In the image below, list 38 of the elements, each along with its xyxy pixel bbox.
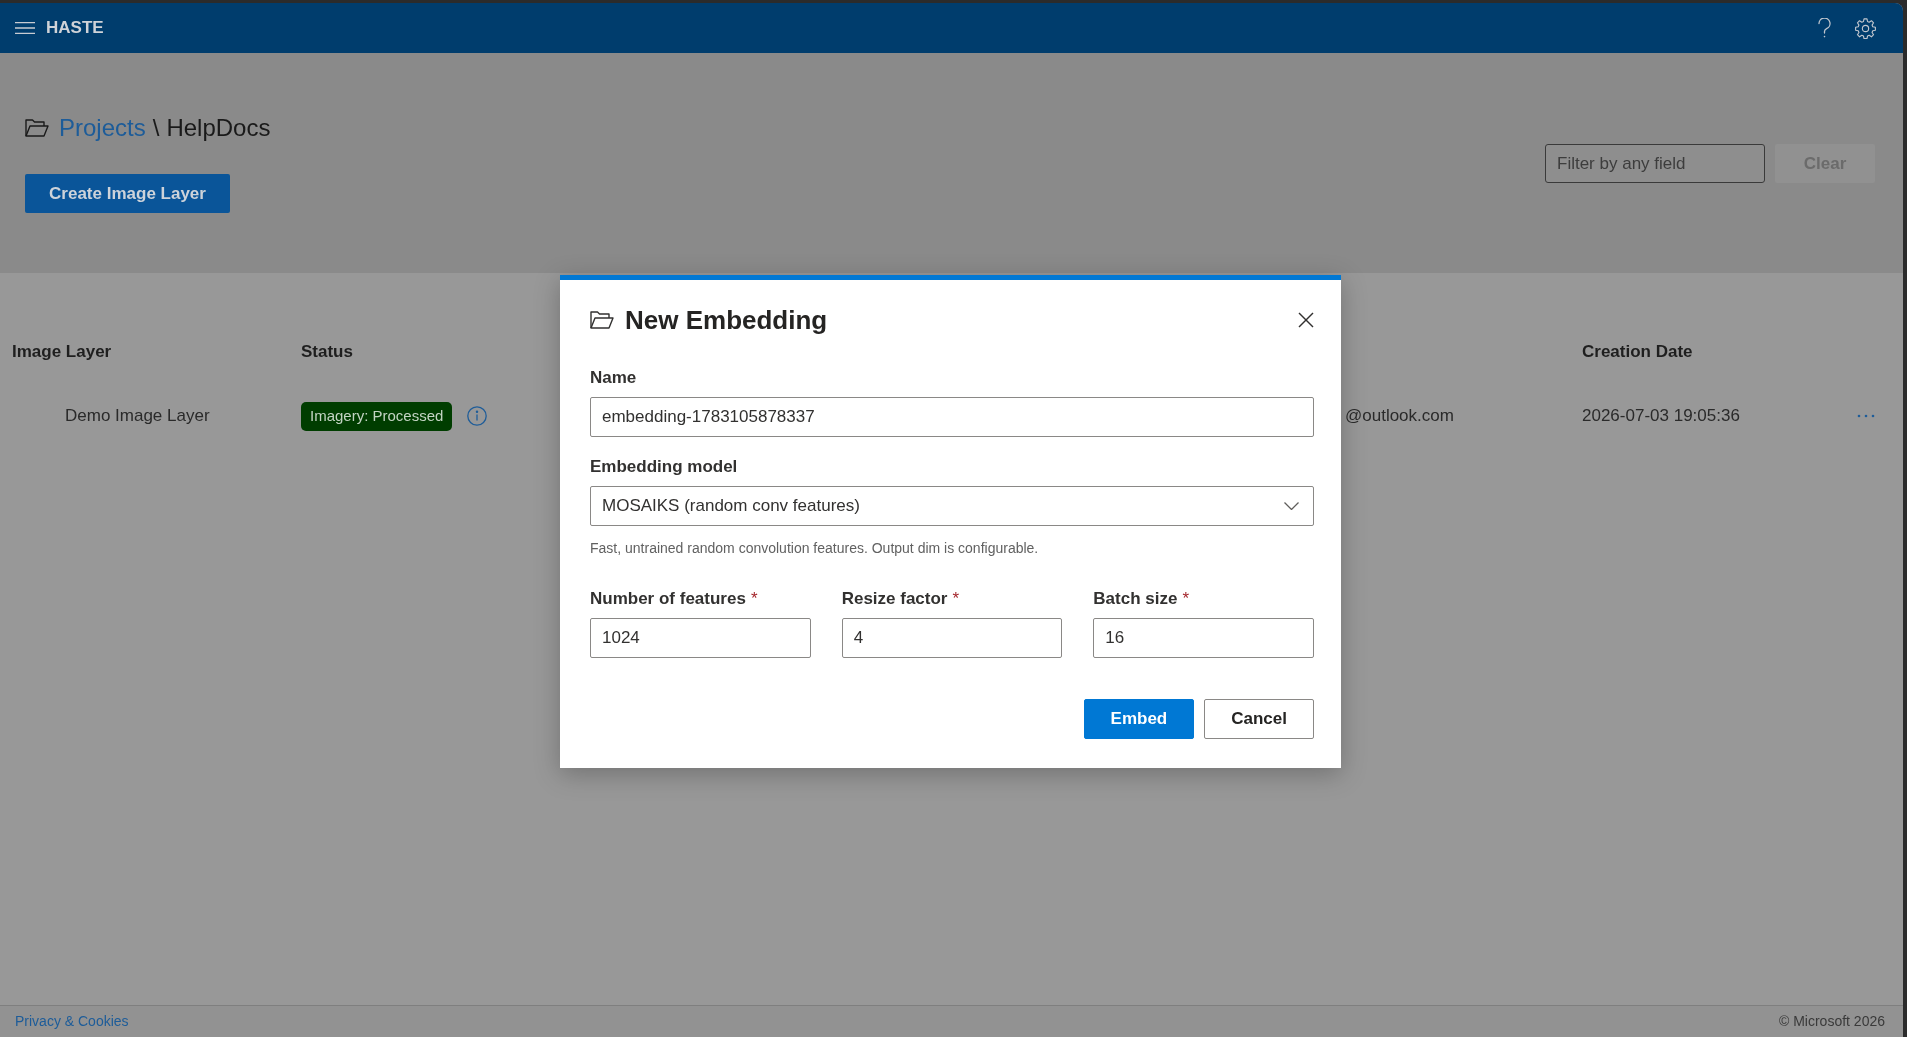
field-label: Name — [590, 367, 638, 389]
model-select[interactable]: MOSAIKS (random conv features) — [590, 486, 1314, 526]
breadcrumb-current: HelpDocs — [166, 113, 271, 143]
secondary-button[interactable]: Cancel — [1204, 699, 1314, 739]
status-badge: Imagery: Processed — [301, 401, 453, 431]
create-image-layer-button[interactable]: Create Image Layer — [25, 174, 230, 213]
chevron-down-icon — [1284, 502, 1299, 510]
field-hint: Fast, untrained random convolution features. Output dim is configurable. — [590, 539, 1040, 557]
folder-icon — [590, 311, 614, 329]
dialog-title: New Embedding — [625, 303, 828, 337]
field-label: Embedding model — [590, 456, 739, 478]
number-field[interactable]: 16 — [1093, 618, 1314, 658]
required-mark: * — [1182, 588, 1190, 610]
column-header: Creation Date — [1582, 341, 1693, 364]
select-value: MOSAIKS (random conv features) — [602, 495, 860, 518]
field-label: Number of features — [590, 588, 746, 610]
breadcrumb-separator: \ — [152, 113, 160, 143]
settings-icon[interactable] — [1855, 17, 1876, 39]
column-header: Status — [301, 341, 353, 364]
folder-icon — [25, 119, 49, 137]
name-field[interactable]: embedding-1783105878337 — [590, 397, 1314, 437]
number-field[interactable]: 4 — [841, 618, 1063, 658]
table-cell-text: 2026-07-03 19:05:36 — [1582, 405, 1740, 428]
app-title: HASTE — [46, 17, 104, 40]
column-header: Image Layer — [12, 341, 112, 364]
field-label: Resize factor — [841, 588, 948, 610]
copyright-text: © Microsoft 2026 — [1778, 1012, 1885, 1031]
close-icon[interactable] — [1298, 312, 1314, 328]
required-mark: * — [750, 588, 758, 610]
primary-button[interactable]: Embed — [1083, 699, 1195, 739]
help-icon[interactable] — [1818, 18, 1831, 38]
required-mark: * — [952, 588, 960, 610]
field-label: Batch size — [1093, 588, 1178, 610]
menu-icon[interactable] — [15, 22, 35, 34]
filter-field[interactable]: Filter by any field — [1545, 144, 1765, 183]
number-field[interactable]: 1024 — [590, 618, 811, 658]
table-cell: Demo Image Layer — [65, 406, 210, 426]
table-cell: @outlook.com — [1345, 406, 1454, 426]
